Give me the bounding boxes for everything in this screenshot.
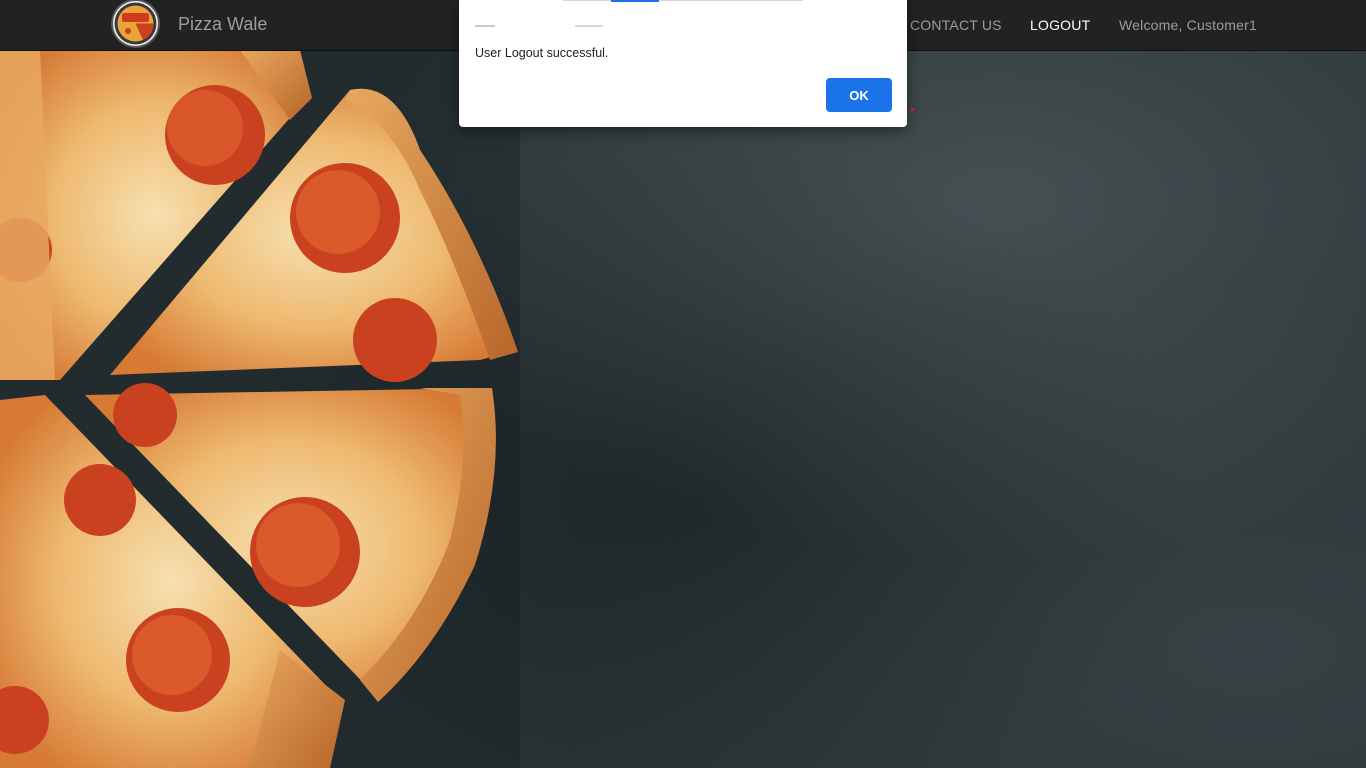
ok-button[interactable]: OK xyxy=(826,78,892,112)
nav-logout-link[interactable]: LOGOUT xyxy=(1030,17,1090,33)
dialog-origin-text xyxy=(475,25,603,27)
nav-contact-link[interactable]: CONTACT US xyxy=(910,17,1002,33)
pizza-logo-icon[interactable] xyxy=(113,1,158,46)
brand-name[interactable]: Pizza Wale xyxy=(178,14,267,35)
welcome-text: Welcome, Customer1 xyxy=(1119,17,1257,33)
dialog-message: User Logout successful. xyxy=(475,46,609,60)
alert-dialog: User Logout successful. OK xyxy=(459,0,907,127)
stray-dot xyxy=(911,108,914,111)
dialog-top-divider xyxy=(563,0,803,1)
dialog-top-accent xyxy=(611,0,659,2)
